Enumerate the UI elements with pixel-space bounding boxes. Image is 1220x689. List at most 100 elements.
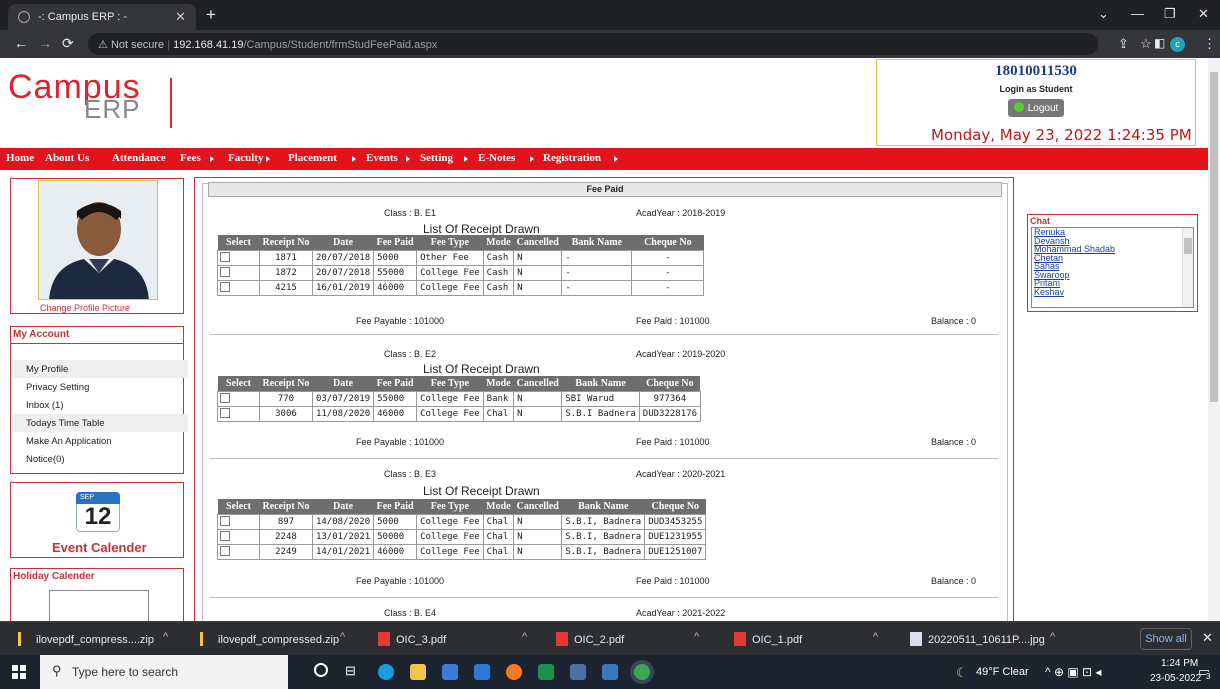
tab-close-icon[interactable]: ✕ — [175, 9, 186, 25]
download-item[interactable]: ilovepdf_compress....zip — [18, 632, 154, 646]
bookmark-star-icon[interactable]: ☆ — [1140, 36, 1152, 52]
menu-events[interactable]: Events — [366, 152, 398, 164]
row-checkbox[interactable] — [220, 393, 230, 404]
edge-icon[interactable] — [378, 664, 394, 680]
download-item[interactable]: OIC_3.pdf — [378, 632, 446, 646]
menu-attendance[interactable]: Attendance — [112, 152, 166, 164]
section-year: AcadYear : 2019-2020 — [636, 349, 726, 359]
change-profile-picture-link[interactable]: Change Profile Picture — [40, 303, 130, 313]
fee-type: College Fee — [416, 405, 484, 422]
fee-paid: 55000 — [373, 390, 418, 407]
close-window-button[interactable]: ✕ — [1198, 6, 1209, 22]
store-icon[interactable] — [442, 664, 458, 680]
account-my-profile[interactable]: My Profile — [14, 360, 188, 378]
clock-date[interactable]: 23-05-2022 — [1150, 673, 1201, 684]
account-privacy-setting[interactable]: Privacy Setting — [14, 378, 188, 396]
clock-time[interactable]: 1:24 PM — [1161, 658, 1198, 669]
download-chevron-icon[interactable]: ^ — [522, 631, 527, 643]
menu-placement[interactable]: Placement — [288, 152, 337, 164]
chat-scrollbar[interactable] — [1182, 228, 1193, 307]
new-tab-button[interactable]: + — [206, 5, 216, 25]
menu-setting[interactable]: Setting — [420, 152, 453, 164]
file-explorer-icon[interactable] — [410, 664, 426, 680]
sidebar-icon[interactable]: ◧ — [1154, 36, 1165, 50]
reload-button[interactable]: ⟳ — [62, 35, 74, 52]
cancelled: N — [513, 405, 563, 422]
account-inbox[interactable]: Inbox (1) — [14, 396, 188, 414]
date: 20/07/2018 — [311, 264, 375, 281]
row-checkbox[interactable] — [220, 267, 230, 278]
menu-kebab-icon[interactable]: ⋮ — [1203, 36, 1216, 52]
page-scrollbar[interactable] — [1208, 58, 1220, 621]
image-file-icon — [910, 632, 922, 646]
download-chevron-icon[interactable]: ^ — [163, 631, 168, 643]
menu-fees[interactable]: Fees — [180, 152, 201, 164]
chrome-icon[interactable] — [634, 664, 650, 680]
download-filename: OIC_3.pdf — [396, 634, 447, 646]
task-view-icon[interactable]: ⊟ — [345, 663, 356, 679]
account-make-application[interactable]: Make An Application — [14, 432, 188, 450]
download-item[interactable]: ilovepdf_compressed.zip — [200, 632, 339, 646]
row-checkbox[interactable] — [220, 546, 230, 557]
row-checkbox[interactable] — [220, 408, 230, 419]
menu-home[interactable]: Home — [6, 152, 34, 164]
menu-registration[interactable]: Registration — [543, 152, 601, 164]
weather-text[interactable]: 49°F Clear — [976, 666, 1029, 678]
date: 11/08/2020 — [311, 405, 375, 422]
main-menu-bar: Home About Us Attendance Fees Faculty Pl… — [0, 148, 1208, 170]
row-checkbox[interactable] — [220, 516, 230, 527]
close-downloads-icon[interactable]: ✕ — [1202, 630, 1213, 646]
fee-type: College Fee — [416, 264, 484, 281]
excel-icon[interactable] — [538, 664, 554, 680]
chat-user-list[interactable]: Renuka Devansh Mohammad Shadab Chetan Sa… — [1031, 227, 1194, 308]
notification-count: 3 — [1206, 672, 1211, 681]
tab-search-icon[interactable]: ⌄ — [1098, 6, 1109, 22]
row-checkbox[interactable] — [220, 282, 230, 293]
download-item[interactable]: 20220511_10611P....jpg — [910, 632, 1045, 646]
col-fee-type: Fee Type — [416, 499, 484, 514]
show-all-button[interactable]: Show all — [1140, 628, 1192, 650]
download-chevron-icon[interactable]: ^ — [1050, 631, 1055, 643]
maximize-button[interactable]: ❐ — [1164, 6, 1176, 22]
cheque-no: DUE1231955 — [644, 528, 707, 545]
table-row: 1872 20/07/2018 55000 College Fee Cash N - - — [217, 264, 705, 281]
browser-tab[interactable]: -: Campus ERP : - ✕ — [8, 4, 196, 30]
col-cancelled: Cancelled — [513, 376, 562, 391]
download-chevron-icon[interactable]: ^ — [694, 631, 699, 643]
minimize-button[interactable]: — — [1131, 6, 1144, 21]
download-item[interactable]: OIC_1.pdf — [734, 632, 802, 646]
windows-start-icon[interactable] — [12, 665, 26, 679]
profile-photo[interactable] — [38, 180, 158, 300]
menu-about-us[interactable]: About Us — [45, 152, 89, 164]
profile-avatar[interactable]: c — [1170, 37, 1185, 52]
cortana-icon[interactable] — [314, 663, 328, 677]
menu-e-notes[interactable]: E-Notes — [478, 152, 515, 164]
app-icon[interactable] — [602, 664, 618, 680]
tray-icons[interactable]: ^ ⊕ ▣ ⊡ ◂ — [1045, 665, 1101, 679]
download-chevron-icon[interactable]: ^ — [873, 631, 878, 643]
row-checkbox[interactable] — [220, 531, 230, 542]
download-chevron-icon[interactable]: ^ — [340, 631, 345, 643]
menu-faculty[interactable]: Faculty — [228, 152, 263, 164]
forward-button[interactable]: → — [38, 35, 52, 51]
pdf-file-icon — [734, 632, 746, 646]
chat-user[interactable]: Keshav — [1032, 287, 1193, 297]
cheque-no: DUE1251007 — [644, 543, 707, 560]
account-time-table[interactable]: Todays Time Table — [14, 414, 188, 432]
url-field[interactable]: ⚠ Not secure | 192.168.41.19/Campus/Stud… — [88, 33, 1098, 55]
download-item[interactable]: OIC_2.pdf — [556, 632, 624, 646]
mail-icon[interactable] — [474, 664, 490, 680]
share-icon[interactable]: ⇪ — [1118, 36, 1129, 52]
back-button[interactable]: ← — [14, 35, 28, 51]
app-icon[interactable] — [570, 664, 586, 680]
holiday-calendar-widget[interactable] — [49, 590, 149, 621]
calendar-icon[interactable]: SEP 12 — [76, 486, 120, 532]
account-notice[interactable]: Notice(0) — [14, 450, 188, 468]
row-checkbox[interactable] — [220, 252, 230, 263]
taskbar-search-input[interactable]: ⚲ Type here to search — [40, 655, 288, 689]
col-select: Select — [217, 235, 260, 250]
download-filename: OIC_1.pdf — [752, 634, 803, 646]
event-calendar-label[interactable]: Event Calender — [52, 540, 147, 555]
logout-button[interactable]: Logout — [1007, 99, 1065, 117]
firefox-icon[interactable] — [506, 664, 522, 680]
